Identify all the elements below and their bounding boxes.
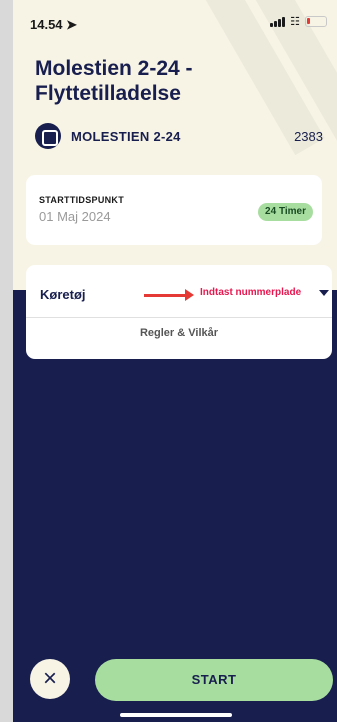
duration-badge[interactable]: 24 Timer xyxy=(258,203,313,221)
page-title: Molestien 2-24 - Flyttetilladelse xyxy=(35,57,193,105)
parking-zone-icon xyxy=(35,123,61,149)
battery-icon xyxy=(305,16,327,27)
red-arrow-annotation xyxy=(144,289,194,301)
phone-screen: 14.54 ➤ ☷ Molestien 2-24 - Flyttetillade… xyxy=(13,0,337,722)
close-icon: × xyxy=(42,665,57,692)
zone-name: MOLESTIEN 2-24 xyxy=(71,128,181,144)
license-plate-select[interactable]: Indtast nummerplade xyxy=(200,287,301,298)
header-area: 14.54 ➤ ☷ Molestien 2-24 - Flyttetillade… xyxy=(13,0,337,290)
wifi-icon: ☷ xyxy=(290,16,300,28)
signal-icon xyxy=(270,16,286,27)
close-button[interactable]: × xyxy=(30,659,70,699)
vehicle-card: Køretøj Indtast nummerplade Regler & Vil… xyxy=(26,265,332,359)
start-time-card[interactable]: STARTTIDSPUNKT 01 Maj 2024 24 Timer xyxy=(26,175,322,245)
vehicle-label: Køretøj xyxy=(40,287,86,302)
status-bar: 14.54 ➤ ☷ xyxy=(13,0,337,44)
zone-code: 2383 xyxy=(294,128,323,144)
terms-link[interactable]: Regler & Vilkår xyxy=(26,327,332,339)
start-button[interactable]: START xyxy=(95,659,333,701)
status-icons: ☷ xyxy=(270,15,327,28)
start-time-label: STARTTIDSPUNKT xyxy=(39,195,125,205)
status-time: 14.54 ➤ xyxy=(30,17,78,32)
divider xyxy=(26,317,332,318)
start-date-value: 01 Maj 2024 xyxy=(39,209,111,224)
zone-row: MOLESTIEN 2-24 2383 xyxy=(35,123,323,149)
chevron-down-icon[interactable] xyxy=(319,290,329,296)
home-indicator[interactable] xyxy=(120,713,232,717)
